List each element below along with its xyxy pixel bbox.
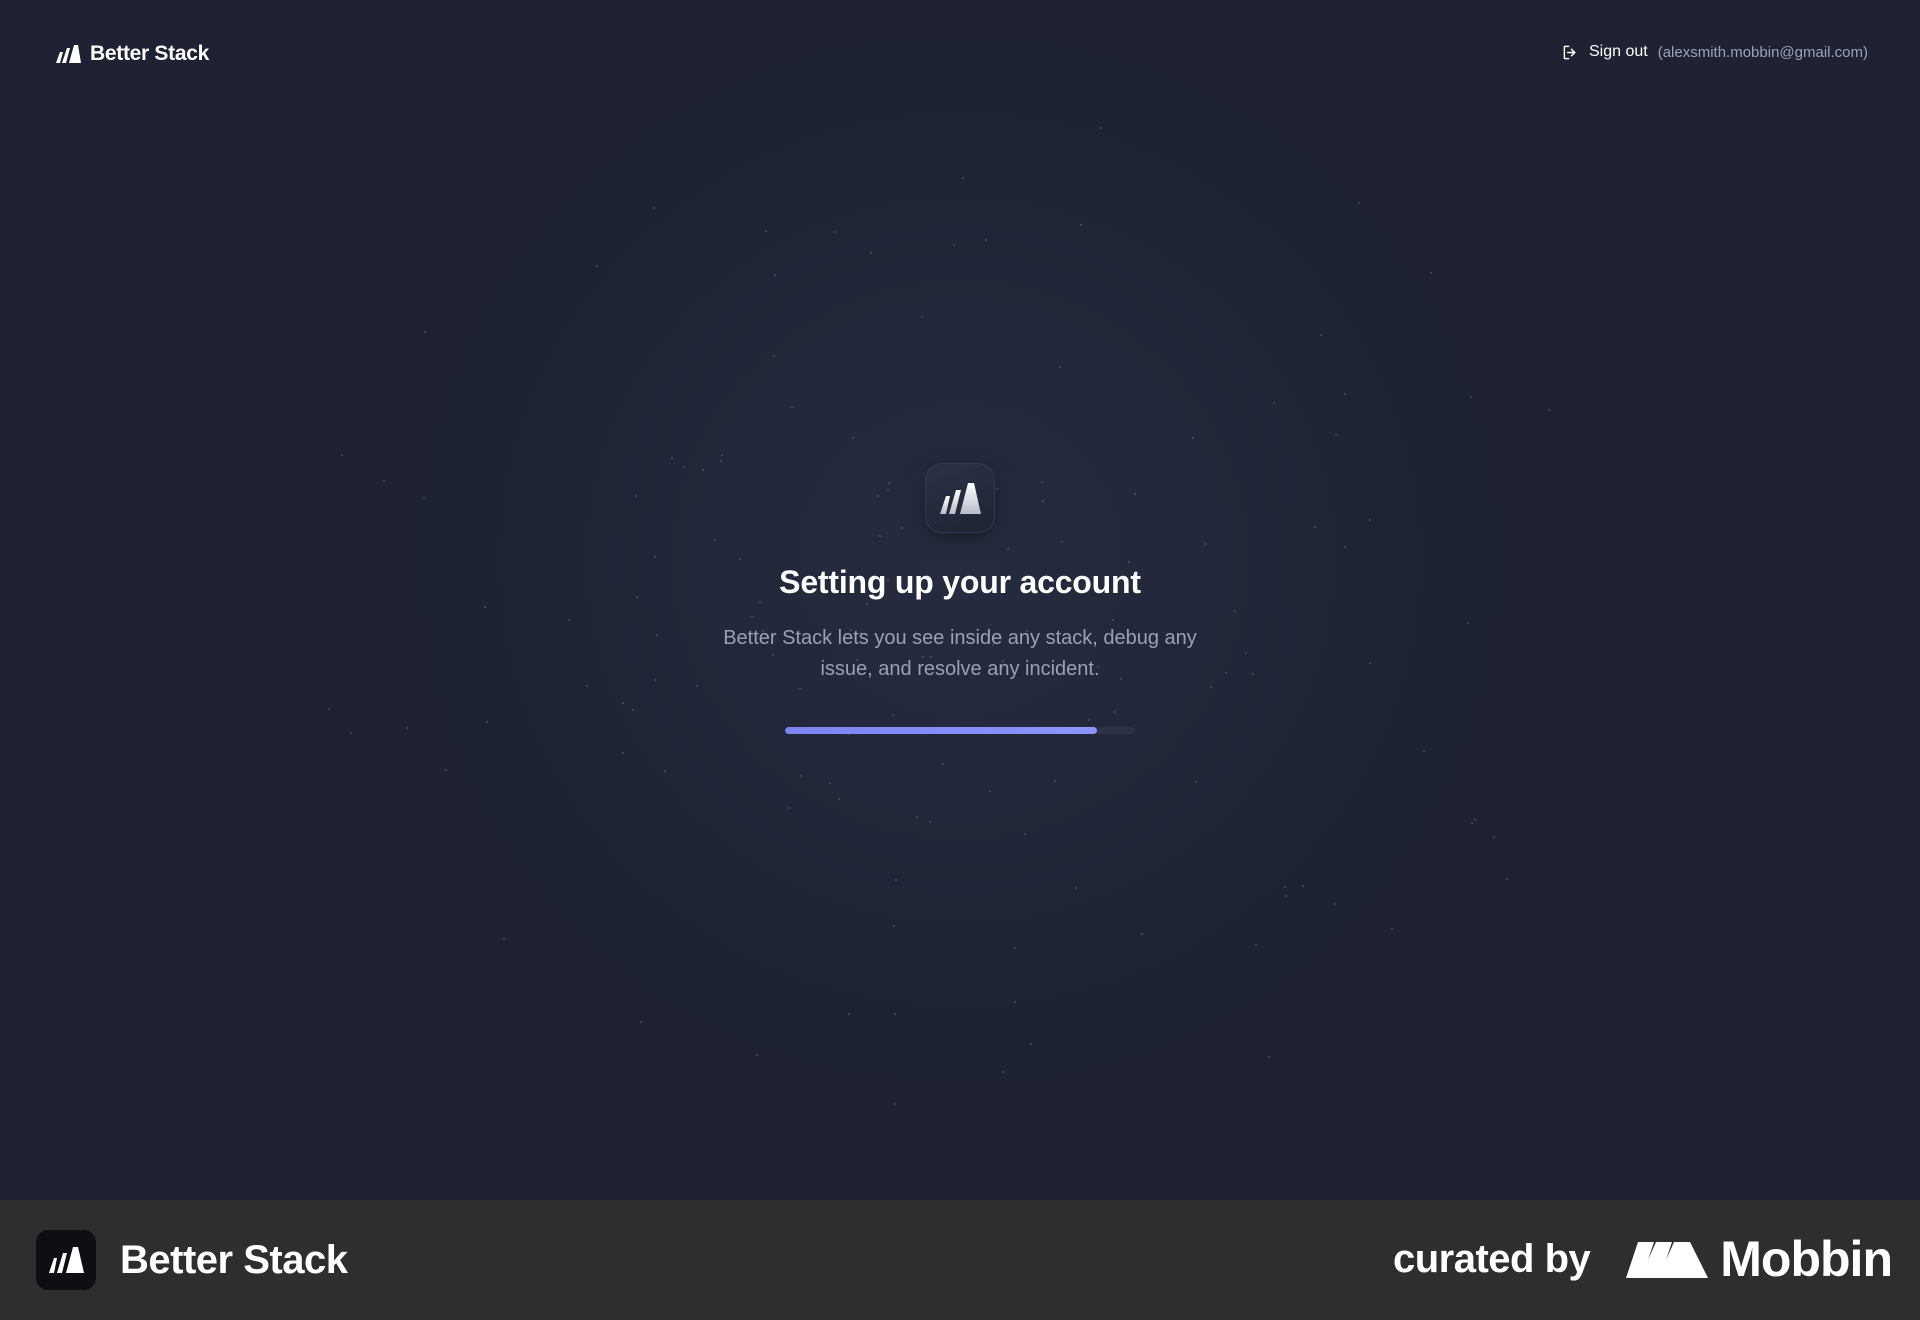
star-dot <box>1470 822 1473 825</box>
star-dot <box>921 316 924 319</box>
star-dot <box>852 437 855 440</box>
footer-app-name: Better Stack <box>120 1237 348 1282</box>
star-dot <box>653 206 656 209</box>
star-dot <box>1302 885 1305 888</box>
sign-out-icon <box>1563 45 1576 59</box>
star-dot <box>1141 933 1144 936</box>
better-stack-logo-icon <box>49 1247 84 1273</box>
star-dot <box>1195 780 1198 783</box>
star-dot <box>1430 272 1433 275</box>
footer-curator: curated by Mobbin <box>1392 1230 1893 1288</box>
star-dot <box>962 176 965 179</box>
star-dot <box>1191 436 1194 439</box>
star-dot <box>1001 1070 1004 1073</box>
star-dot <box>1547 408 1550 411</box>
setup-screen: Better Stack Sign out (alexsmith.mobbin@… <box>0 0 1920 1200</box>
star-dot <box>1358 202 1361 205</box>
star-dot <box>1493 835 1496 838</box>
star-dot <box>847 1013 850 1015</box>
better-stack-logo-icon <box>940 483 981 514</box>
star-dot <box>1334 433 1337 436</box>
star-dot <box>622 752 625 755</box>
star-dot <box>894 1012 897 1015</box>
star-dot <box>663 769 666 772</box>
footer-banner: Better Stack curated by Mobbin <box>0 1200 1920 1320</box>
star-dot <box>720 460 723 463</box>
star-dot <box>773 274 776 277</box>
sign-out-label: Sign out <box>1588 43 1648 60</box>
star-dot <box>1075 887 1078 890</box>
star-dot <box>1474 819 1477 822</box>
star-dot <box>502 937 505 940</box>
star-dot <box>838 797 841 800</box>
star-dot <box>1268 1056 1271 1059</box>
star-dot <box>424 331 427 334</box>
user-email: (alexsmith.mobbin@gmail.com) <box>1657 43 1868 61</box>
setup-progress-bar <box>785 727 1135 734</box>
star-dot <box>671 456 674 459</box>
star-dot <box>756 1054 759 1057</box>
star-dot <box>721 453 724 456</box>
star-dot <box>1344 392 1347 395</box>
star-dot <box>596 265 599 268</box>
star-dot <box>915 815 918 818</box>
star-dot <box>1099 126 1102 129</box>
star-dot <box>989 790 992 793</box>
star-dot <box>1334 903 1337 906</box>
page-title: Setting up your account <box>779 564 1141 600</box>
star-dot <box>1506 878 1509 881</box>
mobbin-logo-icon <box>1626 1242 1709 1278</box>
star-dot <box>640 1020 643 1023</box>
star-dot <box>1284 886 1287 889</box>
better-stack-logo-icon <box>56 45 81 63</box>
star-dot <box>1013 1000 1016 1003</box>
star-dot <box>791 406 794 408</box>
app-icon <box>926 464 994 532</box>
star-dot <box>799 774 802 777</box>
footer-app: Better Stack <box>36 1230 348 1290</box>
curated-by-label: curated by <box>1392 1236 1591 1281</box>
star-dot <box>1014 947 1017 950</box>
star-dot <box>1059 366 1062 369</box>
setup-content: Setting up your account Better Stack let… <box>0 464 1920 734</box>
brand-logo[interactable]: Better Stack <box>54 42 209 66</box>
page-description: Better Stack lets you see inside any sta… <box>723 627 1197 680</box>
star-dot <box>444 768 447 771</box>
star-dot <box>894 1103 897 1106</box>
curator-name: Mobbin <box>1720 1231 1893 1287</box>
star-dot <box>1390 928 1393 931</box>
star-dot <box>869 252 872 255</box>
star-dot <box>1320 334 1323 337</box>
star-dot <box>833 230 836 233</box>
star-dot <box>1423 750 1426 753</box>
star-dot <box>1469 395 1472 398</box>
star-dot <box>929 820 932 823</box>
star-dot <box>1254 944 1257 947</box>
footer-app-icon <box>36 1230 96 1290</box>
star-dot <box>895 878 898 881</box>
star-dot <box>1023 832 1026 835</box>
star-dot <box>772 354 775 357</box>
star-dot <box>340 454 343 457</box>
setup-progress-fill <box>785 727 1097 734</box>
mobbin-logo: Mobbin <box>1626 1230 1893 1288</box>
brand-name: Better Stack <box>90 42 209 65</box>
star-dot <box>1029 1042 1032 1045</box>
star-dot <box>765 230 768 233</box>
star-dot <box>1285 895 1288 898</box>
star-dot <box>788 807 791 810</box>
star-dot <box>942 763 945 766</box>
star-dot <box>984 238 987 241</box>
star-dot <box>1054 780 1057 783</box>
star-dot <box>829 782 832 785</box>
star-dot <box>952 244 955 247</box>
sign-out-button[interactable]: Sign out (alexsmith.mobbin@gmail.com) <box>1562 43 1868 61</box>
star-dot <box>1272 401 1275 404</box>
star-dot <box>1079 224 1082 227</box>
star-dot <box>892 925 895 928</box>
